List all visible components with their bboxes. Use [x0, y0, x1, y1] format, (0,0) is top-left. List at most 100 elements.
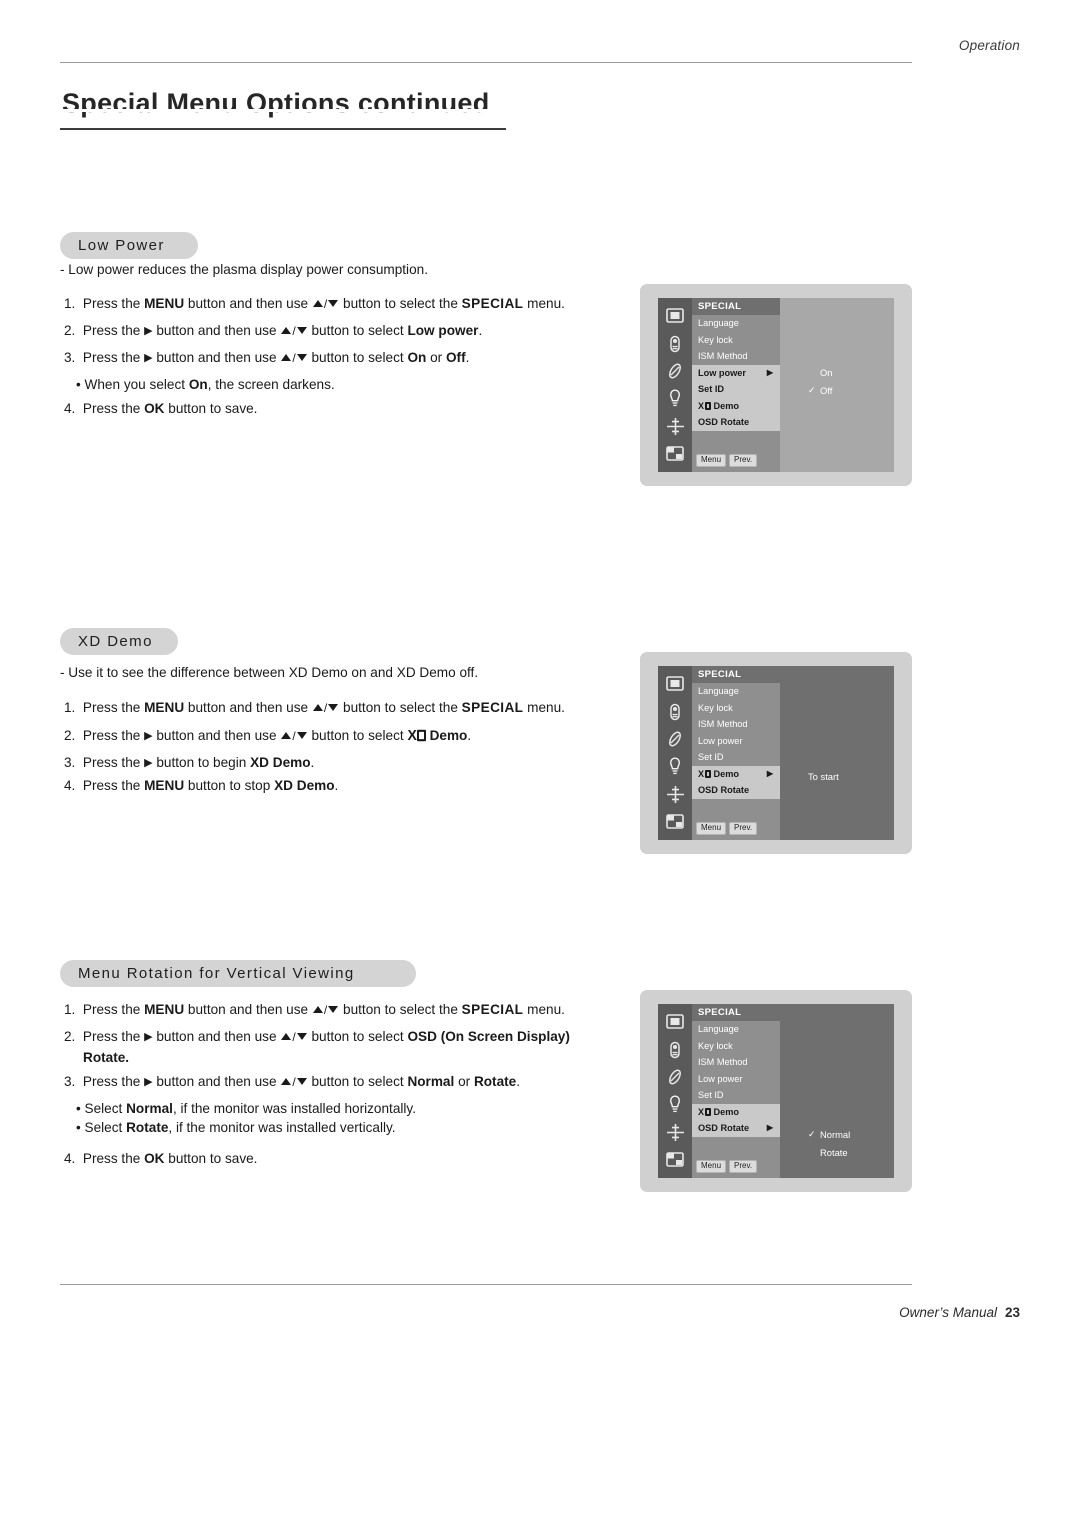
low-power-step-3: 3. Press the ▶ button and then use / but…: [64, 350, 470, 365]
osd-prev-button[interactable]: Prev.: [729, 1159, 758, 1173]
osd-option-to-start[interactable]: To start: [808, 771, 839, 782]
right-arrow-icon: ▶: [144, 325, 153, 337]
special-icon: [665, 1095, 685, 1115]
osd-screenshot-osd-rotate: SPECIAL Language Key lock ISM Method Low…: [640, 990, 912, 1192]
running-head-operation: Operation: [958, 38, 1020, 53]
osd-menu-title: SPECIAL: [692, 298, 780, 315]
osd-item-set-id[interactable]: Set ID: [692, 1087, 780, 1104]
osd-item-low-power[interactable]: Low power: [692, 733, 780, 750]
osd-option-off[interactable]: ✓ Off: [808, 385, 832, 396]
document-page: Operation Special Menu Options continued…: [0, 0, 1080, 1528]
menu-rotation-step-3: 3. Press the ▶ button and then use / but…: [64, 1074, 521, 1089]
screen-icon: [665, 416, 685, 436]
xd-demo-step-2: 2. Press the ▶ button and then use / but…: [64, 726, 472, 744]
screen-icon: [665, 1122, 685, 1142]
osd-menu-items: Language Key lock ISM Method Low power S…: [692, 683, 780, 799]
xd-logo-icon: [704, 1108, 711, 1116]
menu-rotation-step-1: 1. Press the MENU button and then use / …: [64, 1002, 565, 1017]
picture-icon: [665, 1012, 685, 1032]
timer-icon: [665, 1067, 685, 1087]
osd-item-ism-method[interactable]: ISM Method: [692, 1054, 780, 1071]
header-divider: [60, 62, 912, 63]
osd-item-osd-rotate[interactable]: OSD Rotate: [692, 782, 780, 799]
low-power-note: • When you select On, the screen darkens…: [76, 377, 335, 392]
menu-rotation-step-4: 4. Press the OK button to save.: [64, 1151, 258, 1166]
footer: Owner’s Manual 23: [899, 1305, 1020, 1320]
pip-icon: [665, 444, 685, 464]
osd-option-rotate[interactable]: Rotate: [820, 1147, 848, 1158]
low-power-intro: - Low power reduces the plasma display p…: [60, 262, 428, 277]
osd-item-xd-demo[interactable]: X Demo: [692, 397, 780, 414]
menu-rotation-note-normal: • Select Normal, if the monitor was inst…: [76, 1101, 416, 1116]
down-arrow-icon: [296, 732, 307, 740]
osd-menu-button[interactable]: Menu: [696, 821, 727, 835]
special-icon: [665, 757, 685, 777]
osd-option-normal[interactable]: ✓ Normal: [808, 1129, 850, 1140]
down-arrow-icon: [296, 1033, 307, 1041]
osd-item-xd-demo[interactable]: X Demo ▶: [692, 765, 780, 782]
low-power-step-4: 4. Press the OK button to save.: [64, 401, 258, 416]
osd-item-low-power[interactable]: Low power ▶: [692, 364, 780, 381]
section-heading-menu-rotation: Menu Rotation for Vertical Viewing: [60, 960, 416, 987]
section-heading-low-power: Low Power: [60, 232, 198, 259]
osd-item-ism-method[interactable]: ISM Method: [692, 716, 780, 733]
osd-button-row: Menu Prev.: [696, 1159, 758, 1173]
osd-item-key-lock[interactable]: Key lock: [692, 700, 780, 717]
osd-menu-column: SPECIAL Language Key lock ISM Method Low…: [692, 1004, 780, 1178]
down-arrow-icon: [328, 1006, 339, 1014]
osd-item-key-lock[interactable]: Key lock: [692, 332, 780, 349]
osd-prev-button[interactable]: Prev.: [729, 453, 758, 467]
osd-item-osd-rotate[interactable]: OSD Rotate ▶: [692, 1120, 780, 1137]
osd-menu-title: SPECIAL: [692, 1004, 780, 1021]
osd-button-row: Menu Prev.: [696, 453, 758, 467]
right-arrow-icon: ▶: [144, 352, 153, 364]
xd-logo-icon: [704, 402, 711, 410]
up-arrow-icon: [312, 1005, 323, 1013]
osd-item-language[interactable]: Language: [692, 1021, 780, 1038]
osd-screenshot-low-power: SPECIAL Language Key lock ISM Method Low…: [640, 284, 912, 486]
osd-menu-items: Language Key lock ISM Method Low power ▶ …: [692, 315, 780, 431]
menu-rotation-step-2: 2. Press the ▶ button and then use / but…: [64, 1029, 570, 1044]
osd-item-osd-rotate[interactable]: OSD Rotate: [692, 414, 780, 431]
chevron-right-icon: ▶: [766, 1123, 773, 1133]
osd-item-set-id[interactable]: Set ID: [692, 381, 780, 398]
osd-icon-column: [658, 666, 692, 840]
check-icon: ✓: [808, 1129, 816, 1139]
footer-divider: [60, 1284, 912, 1285]
osd-item-ism-method[interactable]: ISM Method: [692, 348, 780, 365]
xd-demo-intro: - Use it to see the difference between X…: [60, 665, 479, 680]
osd-menu-items: Language Key lock ISM Method Low power S…: [692, 1021, 780, 1137]
down-arrow-icon: [296, 354, 307, 362]
up-arrow-icon: [312, 299, 323, 307]
picture-icon: [665, 674, 685, 694]
title-underline-decoration: [60, 128, 506, 130]
xd-demo-step-3: 3. Press the ▶ button to begin XD Demo.: [64, 755, 315, 770]
up-arrow-icon: [281, 353, 292, 361]
down-arrow-icon: [328, 300, 339, 308]
osd-item-language[interactable]: Language: [692, 315, 780, 332]
osd-item-key-lock[interactable]: Key lock: [692, 1038, 780, 1055]
sound-icon: [665, 1040, 685, 1060]
osd-item-xd-demo[interactable]: X Demo: [692, 1103, 780, 1120]
osd-menu-button[interactable]: Menu: [696, 453, 727, 467]
chevron-right-icon: ▶: [766, 367, 773, 377]
section-heading-xd-demo: XD Demo: [60, 628, 178, 655]
osd-prev-button[interactable]: Prev.: [729, 821, 758, 835]
osd-item-language[interactable]: Language: [692, 683, 780, 700]
osd-menu-button[interactable]: Menu: [696, 1159, 727, 1173]
xd-demo-step-4: 4. Press the MENU button to stop XD Demo…: [64, 778, 339, 793]
xd-logo-icon: [704, 770, 711, 778]
pip-icon: [665, 812, 685, 832]
osd-item-low-power[interactable]: Low power: [692, 1071, 780, 1088]
osd-right-pane: ✓ Normal Rotate: [780, 1004, 894, 1178]
title-strike-decoration: [60, 109, 506, 112]
osd-option-on[interactable]: On: [808, 367, 833, 378]
up-arrow-icon: [281, 1077, 292, 1085]
right-arrow-icon: ▶: [144, 757, 153, 769]
screen-icon: [665, 784, 685, 804]
osd-menu-column: SPECIAL Language Key lock ISM Method Low…: [692, 666, 780, 840]
osd-menu-title: SPECIAL: [692, 666, 780, 683]
osd-item-set-id[interactable]: Set ID: [692, 749, 780, 766]
up-arrow-icon: [281, 1032, 292, 1040]
sound-icon: [665, 702, 685, 722]
